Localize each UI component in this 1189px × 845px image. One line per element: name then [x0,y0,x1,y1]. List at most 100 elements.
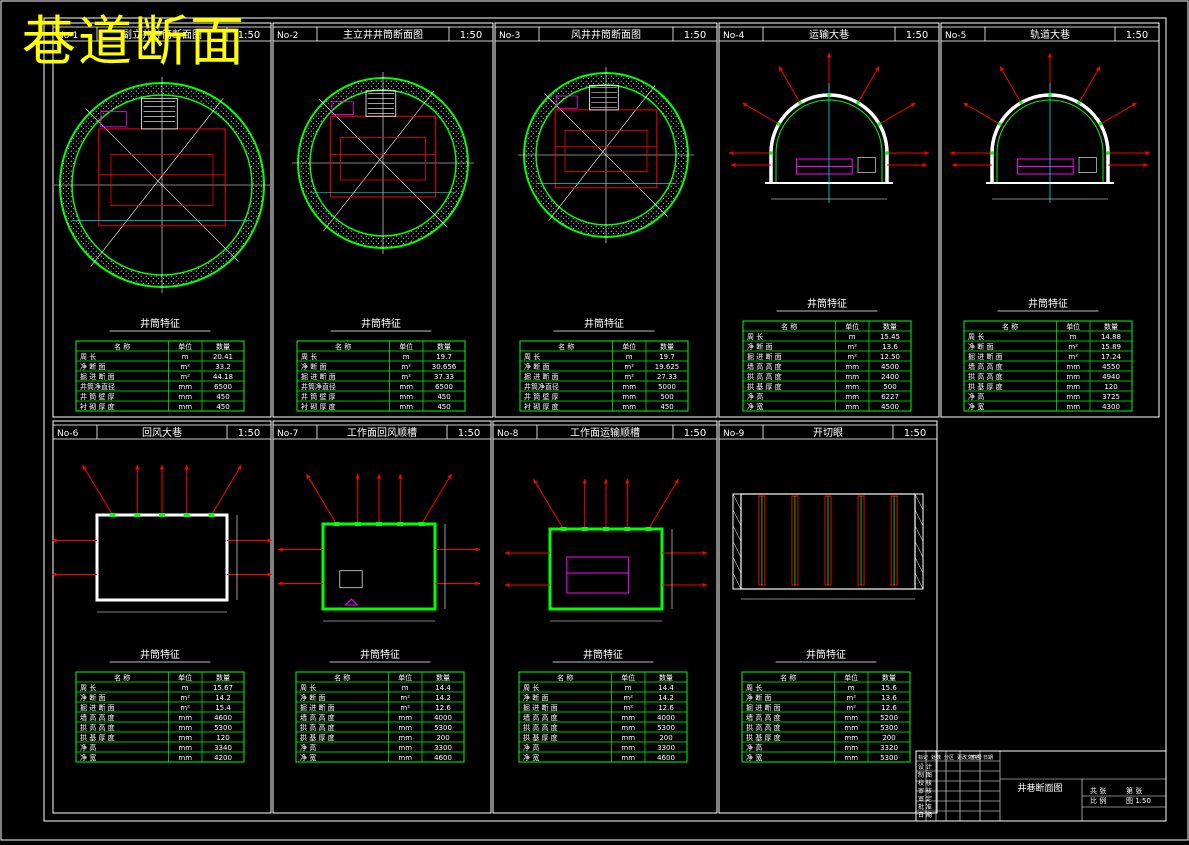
table-cell: 净 断 面 [301,362,326,371]
table-header-cell: 数量 [660,342,674,351]
table-cell: mm [178,724,192,732]
table-cell: 掘 进 断 面 [747,352,782,361]
table-cell: 拱 基 厚 度 [523,733,558,742]
table-cell: 井 筒 壁 厚 [301,392,336,401]
table-header-cell: 名 称 [335,342,351,351]
table-cell: 周 长 [80,352,96,361]
diagonal-line [323,90,435,232]
table-cell: 5200 [880,714,898,722]
sheet-name: 工作面运输顺槽 [570,426,640,439]
anchor-bolt-head [398,474,403,479]
table-cell: 5000 [658,383,676,391]
table-cell: mm [844,734,858,742]
diagonal-line [90,98,224,267]
table-cell: 掘 进 断 面 [968,352,1003,361]
table-cell: mm [621,754,635,762]
table-cell: 15.89 [1101,343,1121,351]
table-cell: 15.4 [215,704,231,712]
sheet-1: No-1 副立井井筒断面图 1:50井筒特征名 称单位 数量周 长 m 20.41净 断 … [52,22,272,418]
table-cell: 4500 [881,403,899,411]
table-cell: m² [401,363,411,371]
table-cell: 拱 高 高 度 [747,372,782,381]
sheet-number: No-5 [945,31,966,41]
table-cell: 14.4 [435,684,451,692]
anchor-bolt-head [278,581,283,586]
table-cell: 净 断 面 [80,362,105,371]
sheet-7: No-7 工作面回风顺槽 1:50 井筒特征名 称 单位 数量周 长 m 14.4 净 断 面 m… [272,420,492,814]
table-cell: 14.88 [1101,333,1121,341]
table-cell: 掘 进 断 面 [746,703,781,712]
table-cell: mm [622,403,636,411]
table-cell: m [626,353,633,361]
anchor-plate [183,513,190,517]
anchor-bolt-head [924,150,929,156]
table-cell: m [182,353,189,361]
table-heading: 井筒特征 [807,297,847,310]
drawing-sheet: No-1 副立井井筒断面图 1:50 井筒特征名 称单位 数量周 长 m 20.41 净 断 … [0,0,1189,841]
anchor-bolt-head [729,150,734,156]
anchor-bolt-head [603,479,609,484]
table-cell: 拱 高 高 度 [300,723,335,732]
table-cell: mm [178,393,192,401]
table-cell: mm [845,393,859,401]
table-cell: mm [621,744,635,752]
anchor-plate [769,151,773,155]
title-block-label: 审 核 [918,787,932,795]
sheet-scale: 1:50 [460,30,482,41]
table-cell: 37.33 [434,373,454,381]
table-cell: 掘 进 断 面 [301,372,336,381]
title-block-info: 第 张 [1126,786,1142,795]
table-cell: mm [621,724,635,732]
anchor-bolt-head [505,582,510,588]
title-block-header-label: 日期 [983,755,993,761]
table-cell: m [848,684,855,692]
table-cell: mm [178,403,192,411]
anchor-bolt-head [582,479,587,484]
table-header-cell: 名 称 [557,673,573,682]
sheet-scale: 1:50 [906,30,928,41]
table-cell: mm [178,383,192,391]
anchor-bolt-head [355,474,360,479]
table-cell: 5300 [214,724,232,732]
table-cell: m² [623,694,633,702]
table-cell: 拱 基 厚 度 [968,382,1003,391]
table-cell: m² [180,704,190,712]
table-cell: 450 [437,393,450,401]
table-heading: 井筒特征 [360,648,400,661]
table-cell: mm [621,734,635,742]
table-cell: 净 高 [968,392,984,401]
table-cell: 墙 高 高 度 [80,713,115,722]
table-cell: 周 长 [746,683,762,692]
table-cell: 6500 [214,383,232,391]
hatch-line [732,541,742,558]
hatch-line [732,493,742,510]
table-cell: 6500 [435,383,453,391]
table-header-cell: 单位 [398,673,412,682]
table-cell: 井筒净直径 [80,382,115,391]
table-cell: 墙 高 高 度 [747,362,782,371]
table-header-cell: 单位 [844,673,858,682]
table-cell: 15.67 [213,684,233,692]
table-cell: 周 长 [300,683,316,692]
coal-wall-right [914,493,924,590]
anchor-plate [1098,122,1103,126]
sheet-5: No-5 轨道大巷 1:50 井筒特征名 称 单位 数量周 长 m 14.88 净 断 面 m² 1… [940,22,1160,418]
anchor-plate [560,527,567,531]
table-cell: 3300 [657,744,675,752]
sheet-scale: 1:50 [238,428,260,439]
table-cell: m² [846,694,856,702]
anchor-bolt-head [950,150,955,156]
table-cell: 4600 [214,714,232,722]
anchor-plate [877,122,882,126]
table-cell: mm [178,744,192,752]
table-header-cell: 数量 [216,673,230,682]
table-cell: mm [622,383,636,391]
anchor-bolt [1099,102,1137,125]
table-cell: m² [180,363,190,371]
table-cell: 净 宽 [523,753,539,762]
table-header-cell: 数量 [1104,322,1118,331]
anchor-bolt [648,478,679,530]
inner-border [43,17,1167,822]
table-cell: 2400 [881,373,899,381]
sheet-number: No-8 [497,429,519,439]
